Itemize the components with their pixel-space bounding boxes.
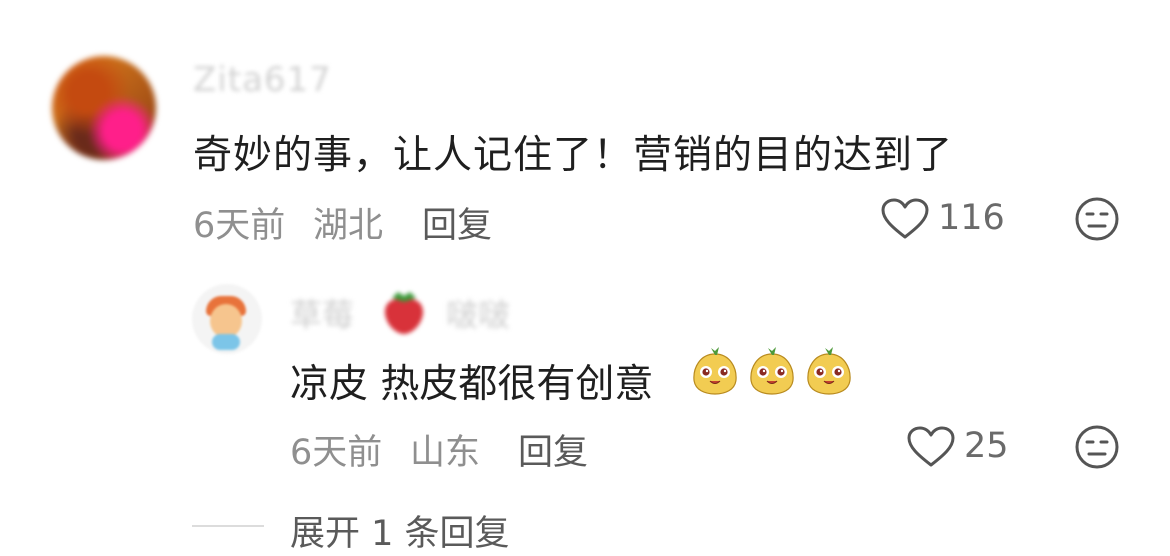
like-count: 116 (938, 198, 1005, 238)
comment-location: 湖北 (313, 206, 384, 246)
expand-divider (192, 525, 264, 527)
reply-avatar[interactable] (192, 284, 262, 354)
neutral-face-icon (1075, 197, 1119, 241)
dislike-button[interactable] (1074, 196, 1120, 242)
reply-text: 凉皮 热皮都很有创意 (290, 362, 654, 407)
comment-text: 奇妙的事，让人记住了！营销的目的达到了 (193, 133, 954, 178)
reply-location: 山东 (410, 433, 481, 473)
comment-username[interactable]: Zita617 (193, 60, 332, 100)
like-count: 25 (964, 426, 1009, 466)
reply-button[interactable]: 回复 (422, 197, 492, 248)
heart-outline-icon (881, 198, 929, 239)
strawberry-emoji-icon (384, 292, 424, 334)
dislike-button[interactable] (1074, 424, 1120, 470)
reply-time: 6天前 (290, 433, 383, 473)
emoji-row (690, 346, 856, 400)
heart-outline-icon (907, 426, 955, 467)
cute-blob-emoji (750, 347, 794, 395)
reply-button[interactable]: 回复 (518, 424, 588, 475)
cute-blob-emoji (693, 347, 737, 395)
reply-username-part1: 草莓 (290, 296, 355, 334)
like-button[interactable] (880, 197, 930, 241)
expand-replies-button[interactable]: 展开 1 条回复 (290, 505, 510, 556)
neutral-face-icon (1075, 425, 1119, 469)
avatar[interactable] (52, 56, 156, 160)
comment-time: 6天前 (193, 206, 286, 246)
reply-username-part2: 啵啵 (446, 296, 511, 334)
like-button[interactable] (906, 425, 956, 469)
cute-blob-emoji (807, 347, 851, 395)
